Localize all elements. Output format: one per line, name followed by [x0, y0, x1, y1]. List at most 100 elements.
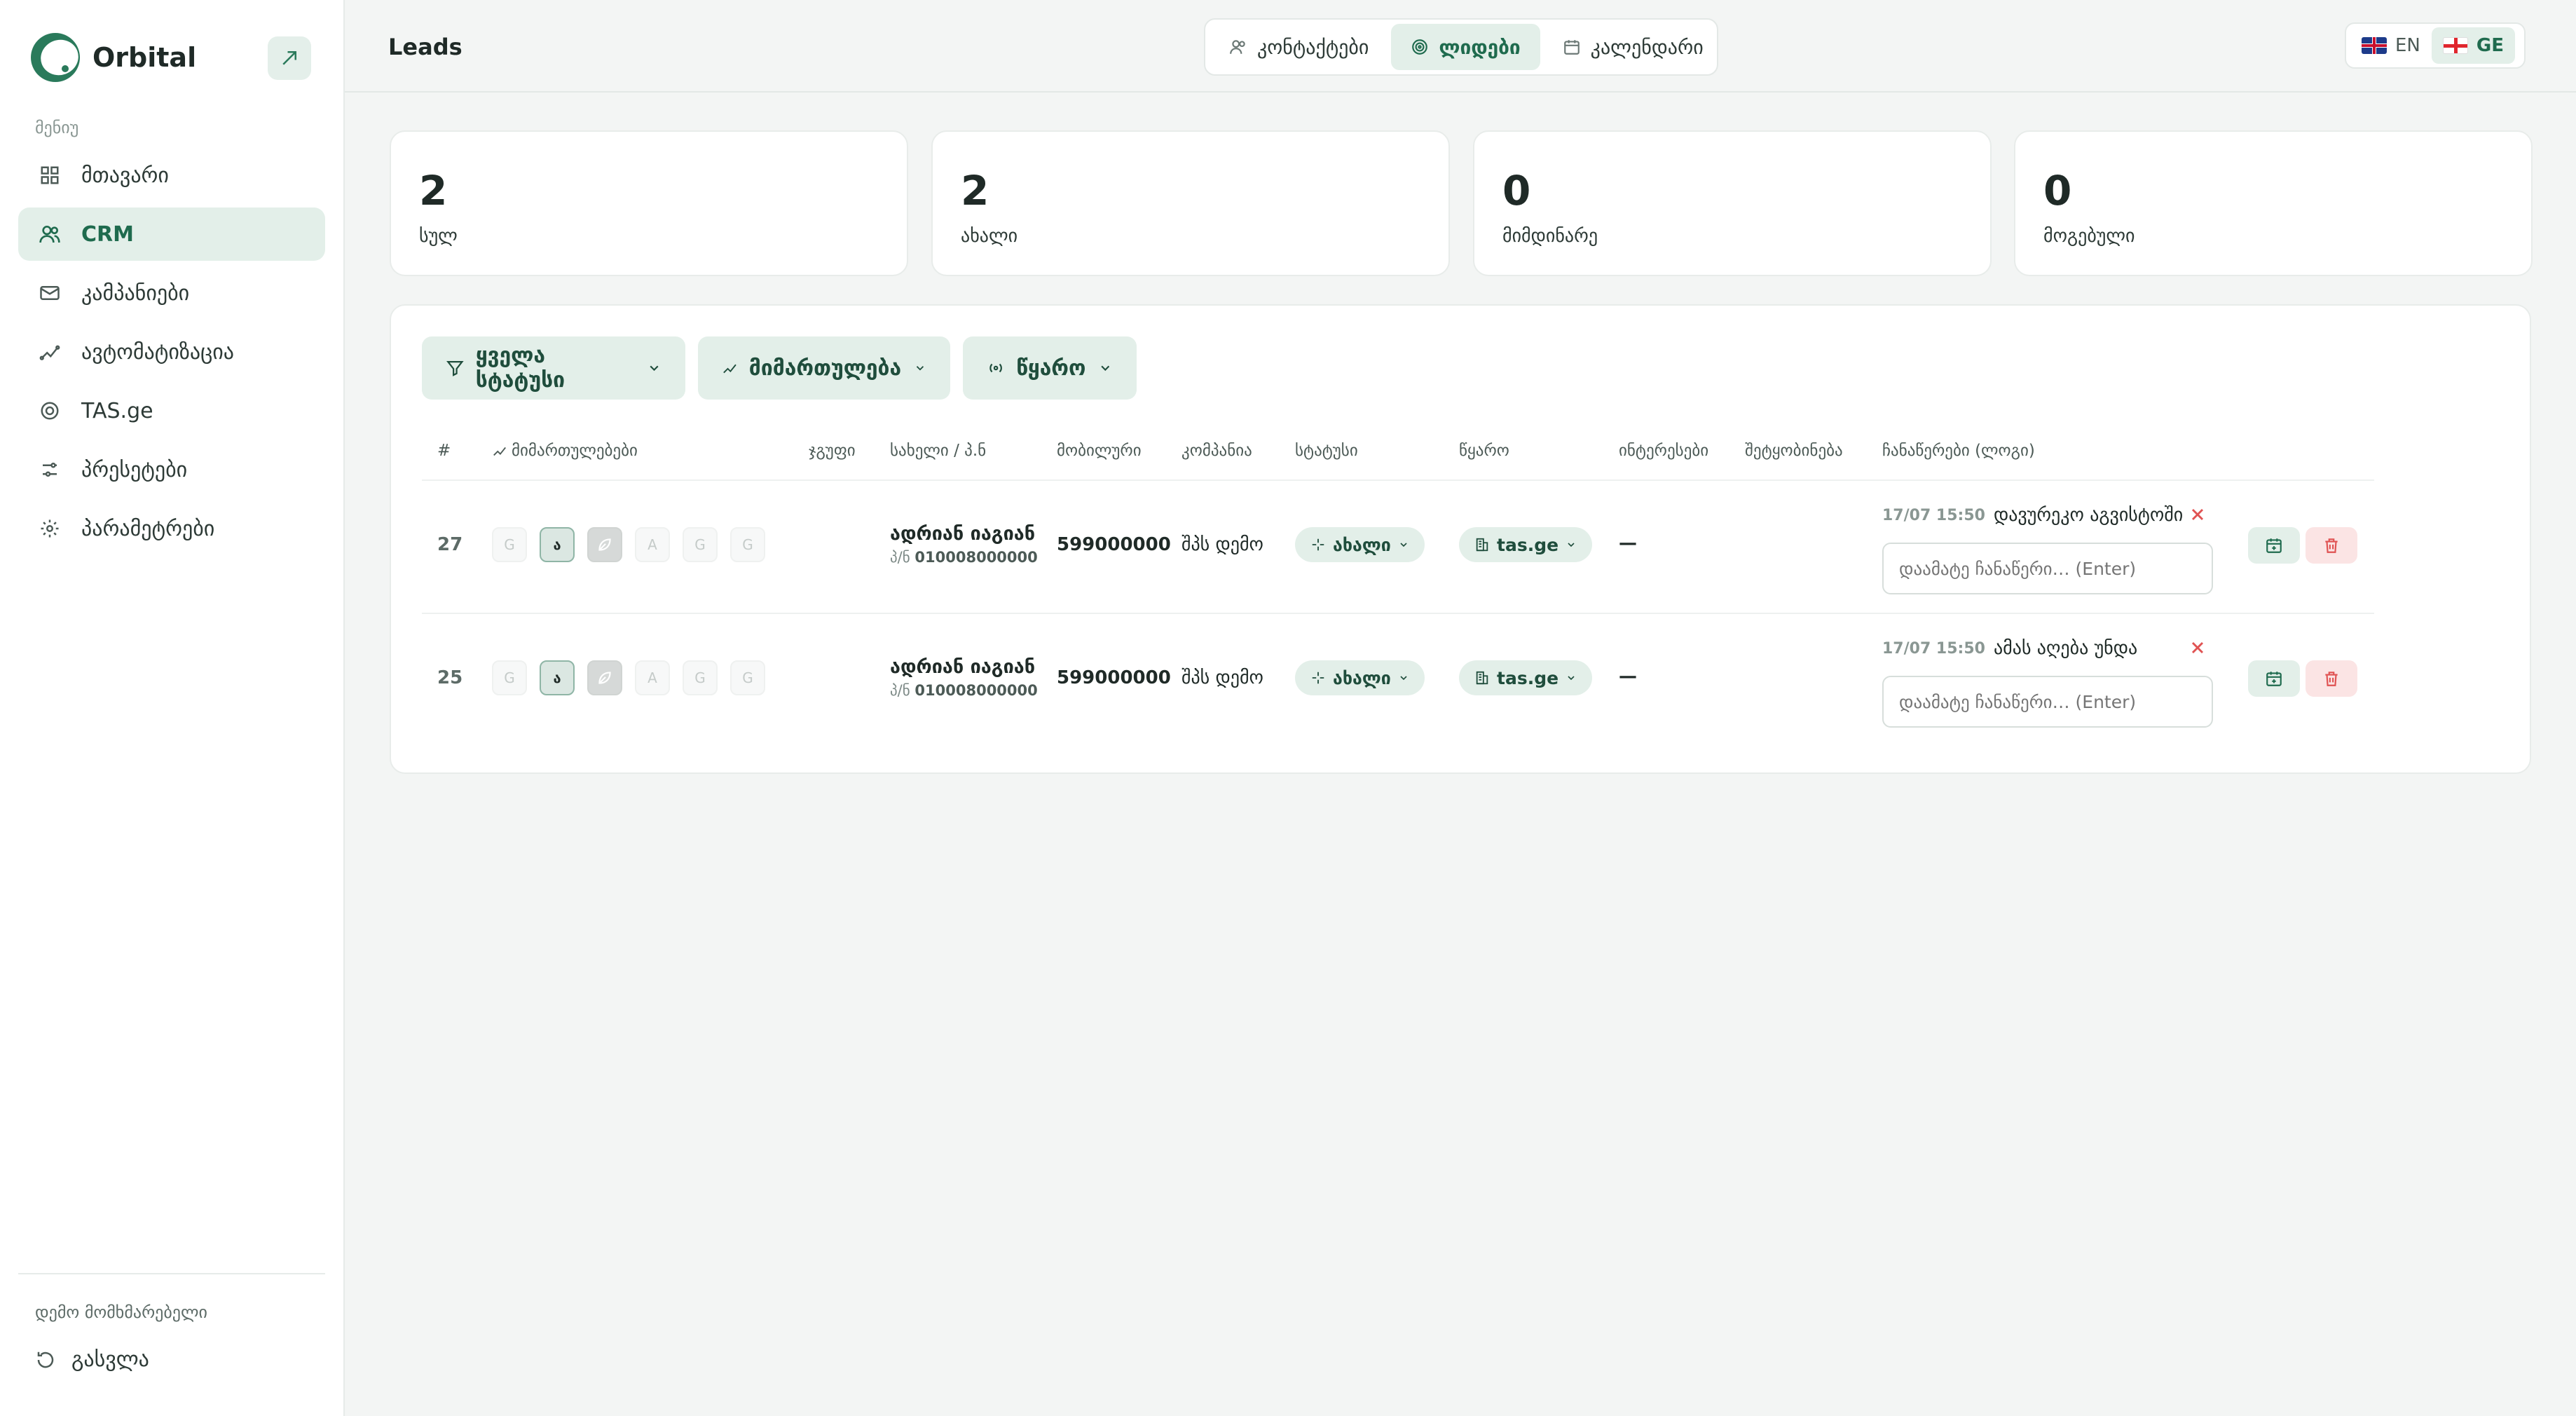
- column-header-label: მიმართულებები: [512, 442, 638, 460]
- delete-lead-button[interactable]: [2306, 660, 2357, 697]
- delete-note-icon[interactable]: [2188, 505, 2207, 524]
- gear-icon: [38, 517, 62, 540]
- schedule-button[interactable]: [2248, 660, 2300, 697]
- stat-value: 2: [419, 167, 448, 215]
- delete-note-icon[interactable]: [2188, 638, 2207, 658]
- lead-name-cell: ადრიან იაგიან პ/ნ 010008000000: [890, 523, 1038, 566]
- stat-card-won: 0 მოგებული: [2014, 130, 2533, 276]
- building-icon: [1476, 538, 1488, 552]
- calendar-add-icon: [2266, 672, 2282, 686]
- personal-number: პ/ნ 010008000000: [890, 549, 1038, 566]
- stat-label: სულ: [419, 226, 458, 247]
- lead-name: ადრიან იაგიან: [890, 656, 1036, 678]
- stat-label: ახალი: [961, 226, 1018, 247]
- delete-lead-button[interactable]: [2306, 527, 2357, 564]
- status-badge[interactable]: ახალი: [1295, 527, 1425, 562]
- trash-icon: [2325, 538, 2338, 553]
- logout-button[interactable]: გასვლა: [35, 1347, 149, 1372]
- leaf-badge-icon[interactable]: [587, 660, 622, 695]
- sidebar-item-presets[interactable]: პრესეტები: [18, 443, 325, 496]
- expand-button[interactable]: [268, 36, 311, 80]
- stat-card-new: 2 ახალი: [931, 130, 1450, 276]
- stat-value: 2: [961, 167, 989, 215]
- target-icon: [38, 399, 62, 423]
- chevron-down-icon: [1568, 543, 1575, 547]
- chevron-down-icon: [1568, 676, 1575, 681]
- status-badge[interactable]: ახალი: [1295, 660, 1425, 695]
- column-header-company: კომპანია: [1181, 442, 1252, 460]
- source-label: tas.ge: [1497, 534, 1559, 555]
- direction-badge[interactable]: G: [730, 660, 765, 695]
- direction-badge[interactable]: G: [683, 527, 718, 562]
- chevron-down-icon: [1400, 676, 1407, 681]
- direction-badge[interactable]: G: [492, 660, 527, 695]
- add-note-input[interactable]: [1882, 543, 2213, 594]
- sparkle-icon: [1312, 538, 1324, 551]
- sidebar-item-label: პრესეტები: [81, 457, 188, 482]
- direction-badge[interactable]: G: [683, 660, 718, 695]
- filter-label: წყარო: [1016, 355, 1086, 381]
- source-badge[interactable]: tas.ge: [1459, 527, 1593, 562]
- tab-leads[interactable]: ლიდები: [1391, 24, 1540, 70]
- sidebar-item-label: ავტომატიზაცია: [81, 339, 235, 365]
- filter-label: მიმართულება: [748, 355, 902, 381]
- tab-contacts[interactable]: კონტაქტები: [1210, 24, 1388, 70]
- sidebar-item-settings[interactable]: პარამეტრები: [18, 502, 325, 555]
- pn-prefix: პ/ნ: [890, 682, 910, 699]
- direction-filter-dropdown[interactable]: მიმართულება: [698, 336, 950, 400]
- source-badge[interactable]: tas.ge: [1459, 660, 1593, 695]
- brand[interactable]: Orbital: [31, 32, 196, 83]
- direction-badge[interactable]: A: [635, 527, 670, 562]
- sidebar-item-label: მთავარი: [81, 163, 169, 188]
- chevron-down-icon: [916, 366, 924, 371]
- status-filter-dropdown[interactable]: ყველა სტატუსი: [422, 336, 685, 400]
- direction-badge[interactable]: G: [492, 527, 527, 562]
- trend-icon: [493, 447, 506, 456]
- column-header-interests: ინტერესები: [1619, 442, 1709, 460]
- stat-label: მოგებული: [2043, 226, 2135, 247]
- column-header-num: #: [437, 442, 451, 460]
- source-filter-dropdown[interactable]: წყარო: [963, 336, 1137, 400]
- direction-badge-selected[interactable]: ა: [540, 527, 575, 562]
- lang-en-button[interactable]: EN: [2350, 27, 2432, 64]
- direction-badge-selected[interactable]: ა: [540, 660, 575, 695]
- direction-badge[interactable]: G: [730, 527, 765, 562]
- trash-icon: [2325, 672, 2338, 686]
- pn-value: 010008000000: [914, 549, 1038, 566]
- note-text: ამას აღება უნდა: [1993, 638, 2138, 659]
- row-number: 27: [437, 534, 463, 555]
- stat-value: 0: [2043, 167, 2072, 215]
- note-entry: 17/07 15:50 დავურეკო აგვისტოში: [1882, 505, 2183, 526]
- stat-label: მიმდინარე: [1502, 226, 1598, 247]
- app-root: Orbital მენიუ მთავარი CRM კამპანიები ავტ…: [0, 0, 2576, 1416]
- direction-badge[interactable]: A: [635, 660, 670, 695]
- leaf-badge-icon[interactable]: [587, 527, 622, 562]
- users-icon: [38, 222, 62, 246]
- add-note-input[interactable]: [1882, 676, 2213, 728]
- lead-name: ადრიან იაგიან: [890, 523, 1036, 545]
- lang-ge-button[interactable]: GE: [2431, 27, 2515, 64]
- pn-prefix: პ/ნ: [890, 549, 910, 566]
- sidebar-item-home[interactable]: მთავარი: [18, 149, 325, 202]
- row-divider: [422, 613, 2374, 614]
- sidebar-item-campaigns[interactable]: კამპანიები: [18, 266, 325, 320]
- target-icon: [1412, 39, 1428, 55]
- column-header-messages: შეტყობინება: [1745, 442, 1843, 460]
- sidebar-item-tas[interactable]: TAS.ge: [18, 384, 325, 437]
- tab-label: ლიდები: [1439, 35, 1521, 59]
- direction-badges: G ა A G G: [492, 660, 778, 695]
- sidebar-item-label: პარამეტრები: [81, 516, 215, 541]
- company-value: შპს დემო: [1181, 667, 1263, 688]
- calendar-icon: [1563, 40, 1580, 55]
- sidebar-item-automation[interactable]: ავტომატიზაცია: [18, 325, 325, 379]
- chevron-down-icon: [1101, 365, 1110, 372]
- trend-icon: [723, 364, 737, 374]
- mail-icon: [38, 281, 62, 305]
- interests-value: —: [1619, 666, 1637, 687]
- stat-value: 0: [1502, 167, 1531, 215]
- schedule-button[interactable]: [2248, 527, 2300, 564]
- tab-calendar[interactable]: კალენდარი: [1543, 24, 1723, 70]
- trend-icon: [38, 340, 62, 364]
- sidebar-item-crm[interactable]: CRM: [18, 207, 325, 261]
- pn-value: 010008000000: [914, 682, 1038, 699]
